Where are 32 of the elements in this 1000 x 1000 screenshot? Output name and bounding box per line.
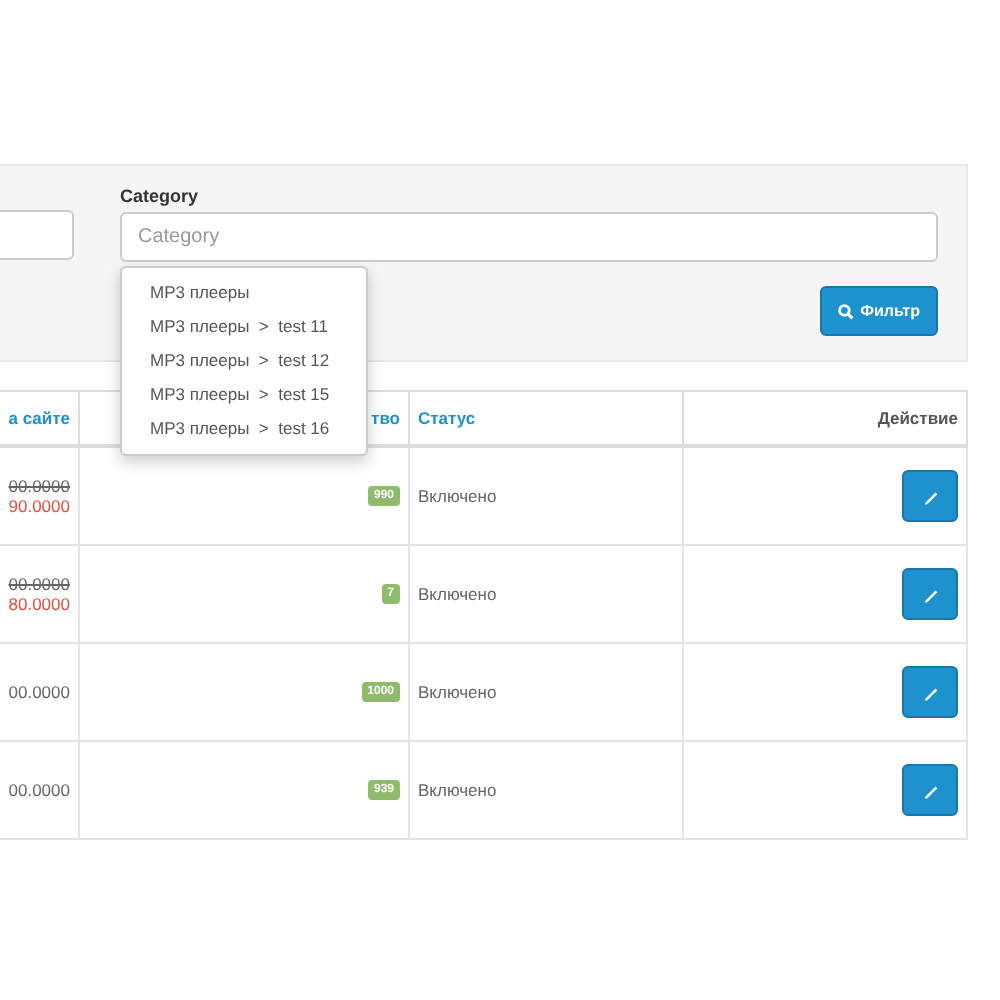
status-text: Включено	[418, 682, 497, 702]
status-text: Включено	[418, 584, 497, 604]
edit-button[interactable]	[902, 666, 958, 718]
old-price: 00.0000	[8, 574, 70, 594]
category-field[interactable]: Category	[120, 212, 938, 262]
menu-item[interactable]: MP3 плееры > test 12	[122, 344, 366, 378]
header-text: Действие	[877, 408, 958, 428]
edit-button[interactable]	[902, 470, 958, 522]
edit-button[interactable]	[902, 764, 958, 816]
menu-item[interactable]: MP3 плееры	[122, 276, 366, 310]
sort-link[interactable]: тво	[371, 408, 400, 428]
input-field[interactable]	[0, 210, 74, 260]
old-price: 00.0000	[8, 476, 70, 496]
edit-button[interactable]	[902, 568, 958, 620]
menu-item[interactable]: MP3 плееры > test 16	[122, 412, 366, 446]
sort-link[interactable]: а сайте	[8, 408, 70, 428]
pencil-icon	[921, 683, 939, 701]
status-text: Включено	[418, 486, 497, 506]
special-price: 80.0000	[8, 594, 70, 614]
status-text: Включено	[418, 780, 497, 800]
price: 00.0000	[8, 780, 70, 800]
pencil-icon	[921, 487, 939, 505]
search-icon	[838, 303, 855, 319]
pencil-icon	[921, 781, 939, 799]
menu-item[interactable]: MP3 плееры > test 11	[122, 310, 366, 344]
field-label: Category	[120, 186, 201, 210]
filter-button[interactable]: Фильтр	[820, 286, 938, 336]
price: 00.0000	[8, 682, 70, 702]
menu-item[interactable]: MP3 плееры > test 15	[122, 378, 366, 412]
pencil-icon	[921, 585, 939, 603]
sort-link[interactable]: Статус	[418, 408, 476, 428]
special-price: 90.0000	[8, 496, 70, 516]
